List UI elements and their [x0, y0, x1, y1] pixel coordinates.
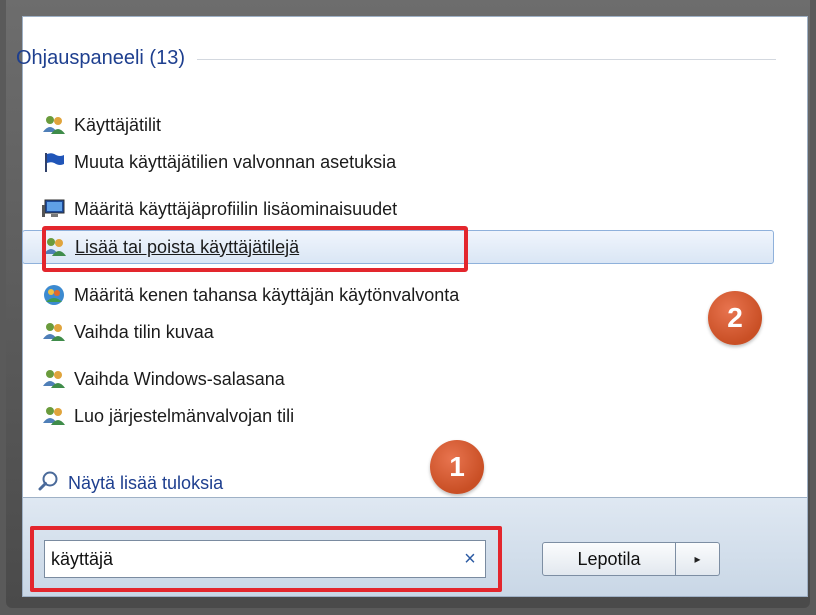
- users-icon: [42, 320, 66, 344]
- result-item-create-admin[interactable]: Luo järjestelmänvalvojan tili: [22, 399, 774, 433]
- annotation-badge-2: 2: [708, 291, 762, 345]
- clear-search-button[interactable]: ×: [455, 548, 485, 571]
- result-label: Määritä kenen tahansa käyttäjän käytönva…: [74, 284, 460, 305]
- result-label: Vaihda Windows-salasana: [74, 368, 285, 389]
- result-label: Käyttäjätilit: [74, 114, 162, 135]
- result-label: Määritä käyttäjäprofiilin lisäominaisuud…: [74, 198, 398, 219]
- annotation-badge-1: 1: [430, 440, 484, 494]
- users-icon: [42, 113, 66, 137]
- result-label: Luo järjestelmänvalvojan tili: [74, 405, 295, 426]
- computer-icon: [42, 197, 66, 221]
- result-item-change-picture[interactable]: Vaihda tilin kuvaa: [22, 315, 774, 349]
- result-item-profile-settings[interactable]: Määritä käyttäjäprofiilin lisäominaisuud…: [22, 192, 774, 226]
- users-icon: [42, 404, 66, 428]
- flag-icon: [42, 150, 66, 174]
- sleep-button[interactable]: Lepotila: [542, 542, 676, 576]
- result-item-kayttajatilit[interactable]: Käyttäjätilit: [22, 108, 774, 142]
- section-header: Ohjauspaneeli (13): [16, 44, 776, 72]
- users-icon: [42, 367, 66, 391]
- result-item-uac-settings[interactable]: Muuta käyttäjätilien valvonnan asetuksia: [22, 145, 774, 179]
- family-safety-icon: [42, 283, 66, 307]
- section-divider: [197, 58, 776, 60]
- more-results-link[interactable]: Näytä lisää tuloksia: [38, 470, 223, 497]
- power-button-group: Lepotila ▸: [542, 542, 720, 576]
- result-label: Muuta käyttäjätilien valvonnan asetuksia: [74, 151, 397, 172]
- search-input[interactable]: käyttäjä: [45, 549, 455, 570]
- power-options-arrow-button[interactable]: ▸: [676, 542, 720, 576]
- search-icon: [38, 470, 60, 497]
- result-label: Vaihda tilin kuvaa: [74, 321, 214, 342]
- result-item-change-password[interactable]: Vaihda Windows-salasana: [22, 362, 774, 396]
- result-item-parental-controls[interactable]: Määritä kenen tahansa käyttäjän käytönva…: [22, 278, 774, 312]
- search-box[interactable]: käyttäjä ×: [44, 540, 486, 578]
- more-results-label: Näytä lisää tuloksia: [68, 473, 224, 493]
- annotation-highlight-result: [42, 226, 468, 272]
- section-title[interactable]: Ohjauspaneeli (13): [16, 47, 185, 70]
